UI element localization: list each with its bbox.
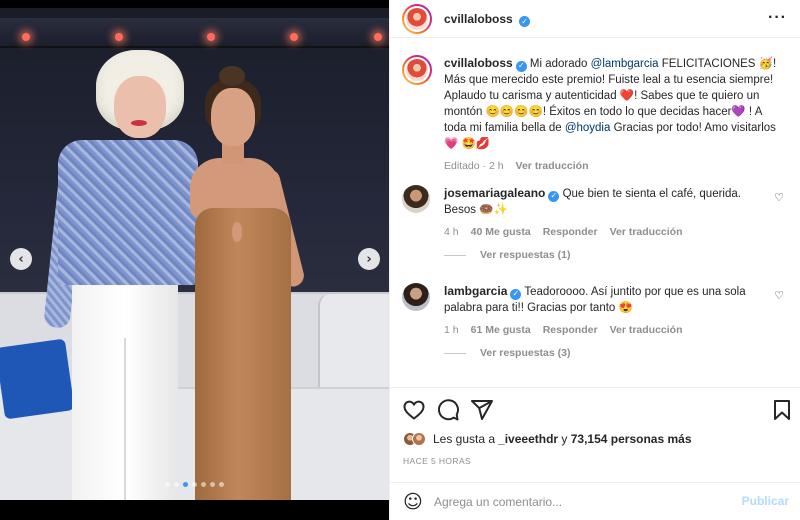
comment-username[interactable]: lambgarcia (444, 284, 507, 298)
post-media[interactable]: ‹ › (0, 0, 389, 520)
translate-link[interactable]: Ver traducción (610, 224, 683, 240)
caption-translate-link[interactable]: Ver traducción (516, 158, 589, 174)
emoji-icon[interactable]: ☺ (403, 491, 423, 513)
heart-icon[interactable]: ♡ (774, 289, 784, 302)
post-header: cvillaloboss ✓ ··· (390, 0, 800, 38)
carousel-dot (210, 482, 215, 487)
bookmark-icon[interactable] (770, 398, 794, 422)
liker-avatar (412, 432, 426, 446)
comment-composer: ☺ Publicar (390, 482, 800, 520)
verified-icon: ✓ (515, 60, 527, 72)
commenter-avatar[interactable] (402, 185, 430, 213)
reply-button[interactable]: Responder (543, 322, 598, 338)
liker-username[interactable]: _iveeethdr (498, 432, 558, 446)
sequin-jacket (58, 140, 198, 285)
comment-time: 1 h (444, 324, 459, 336)
more-icon[interactable]: ··· (768, 9, 787, 27)
verified-icon: ✓ (519, 16, 531, 27)
post-sidebar: cvillaloboss ✓ ··· cvillaloboss ✓ Mi ador… (389, 0, 800, 520)
blue-cushion (0, 338, 75, 420)
carousel-dot (174, 482, 179, 487)
comment-icon[interactable] (436, 398, 460, 422)
studio-lights (0, 18, 389, 48)
likes-count[interactable]: 73,154 personas más (571, 432, 692, 446)
post-actions: Les gusta a _iveeethdr y 73,154 personas… (390, 387, 800, 487)
comment-input[interactable] (434, 492, 734, 512)
verified-icon: ✓ (510, 288, 522, 300)
post-photo (0, 8, 389, 500)
caption-segment: Mi adorado (529, 58, 591, 70)
heart-icon[interactable] (402, 398, 426, 422)
publish-button[interactable]: Publicar (742, 494, 789, 508)
translate-link[interactable]: Ver traducción (610, 322, 683, 338)
likes-summary: Les gusta a _iveeethdr y 73,154 personas… (403, 432, 692, 446)
white-pants (72, 278, 178, 500)
heart-icon[interactable]: ♡ (774, 191, 784, 204)
carousel-dot (183, 482, 188, 487)
caption-text: cvillaloboss ✓ Mi adorado @lambgarcia FEL… (444, 55, 778, 152)
comment-likes[interactable]: 40 Me gusta (471, 224, 531, 240)
brown-dress (195, 208, 291, 500)
comment-time: 4 h (444, 226, 459, 238)
verified-icon: ✓ (548, 190, 560, 202)
caption-avatar[interactable] (402, 55, 432, 85)
chevron-right-icon[interactable]: › (358, 248, 380, 270)
comments-list[interactable]: cvillaloboss ✓ Mi adorado @lambgarcia FEL… (390, 39, 800, 387)
caption-username[interactable]: cvillaloboss (444, 56, 513, 70)
mention-link[interactable]: @hoydia (565, 122, 611, 134)
author-avatar[interactable] (402, 4, 432, 34)
carousel-dot (201, 482, 206, 487)
commenter-avatar[interactable] (402, 283, 430, 311)
reply-button[interactable]: Responder (543, 224, 598, 240)
view-replies-button[interactable]: Ver respuestas (1) (444, 249, 570, 261)
comment-likes[interactable]: 61 Me gusta (471, 322, 531, 338)
share-icon[interactable] (470, 398, 494, 422)
carousel-dots (0, 482, 389, 487)
comment-username[interactable]: josemariagaleano (444, 186, 545, 200)
carousel-dot (192, 482, 197, 487)
chevron-left-icon[interactable]: ‹ (10, 248, 32, 270)
caption-edited: Editado · 2 h (444, 160, 504, 172)
post-timestamp[interactable]: HACE 5 HORAS (403, 456, 471, 466)
mention-link[interactable]: @lambgarcia (591, 58, 659, 70)
carousel-dot (219, 482, 224, 487)
carousel-dot (165, 482, 170, 487)
view-replies-button[interactable]: Ver respuestas (3) (444, 347, 570, 359)
author-username[interactable]: cvillaloboss (444, 12, 513, 26)
